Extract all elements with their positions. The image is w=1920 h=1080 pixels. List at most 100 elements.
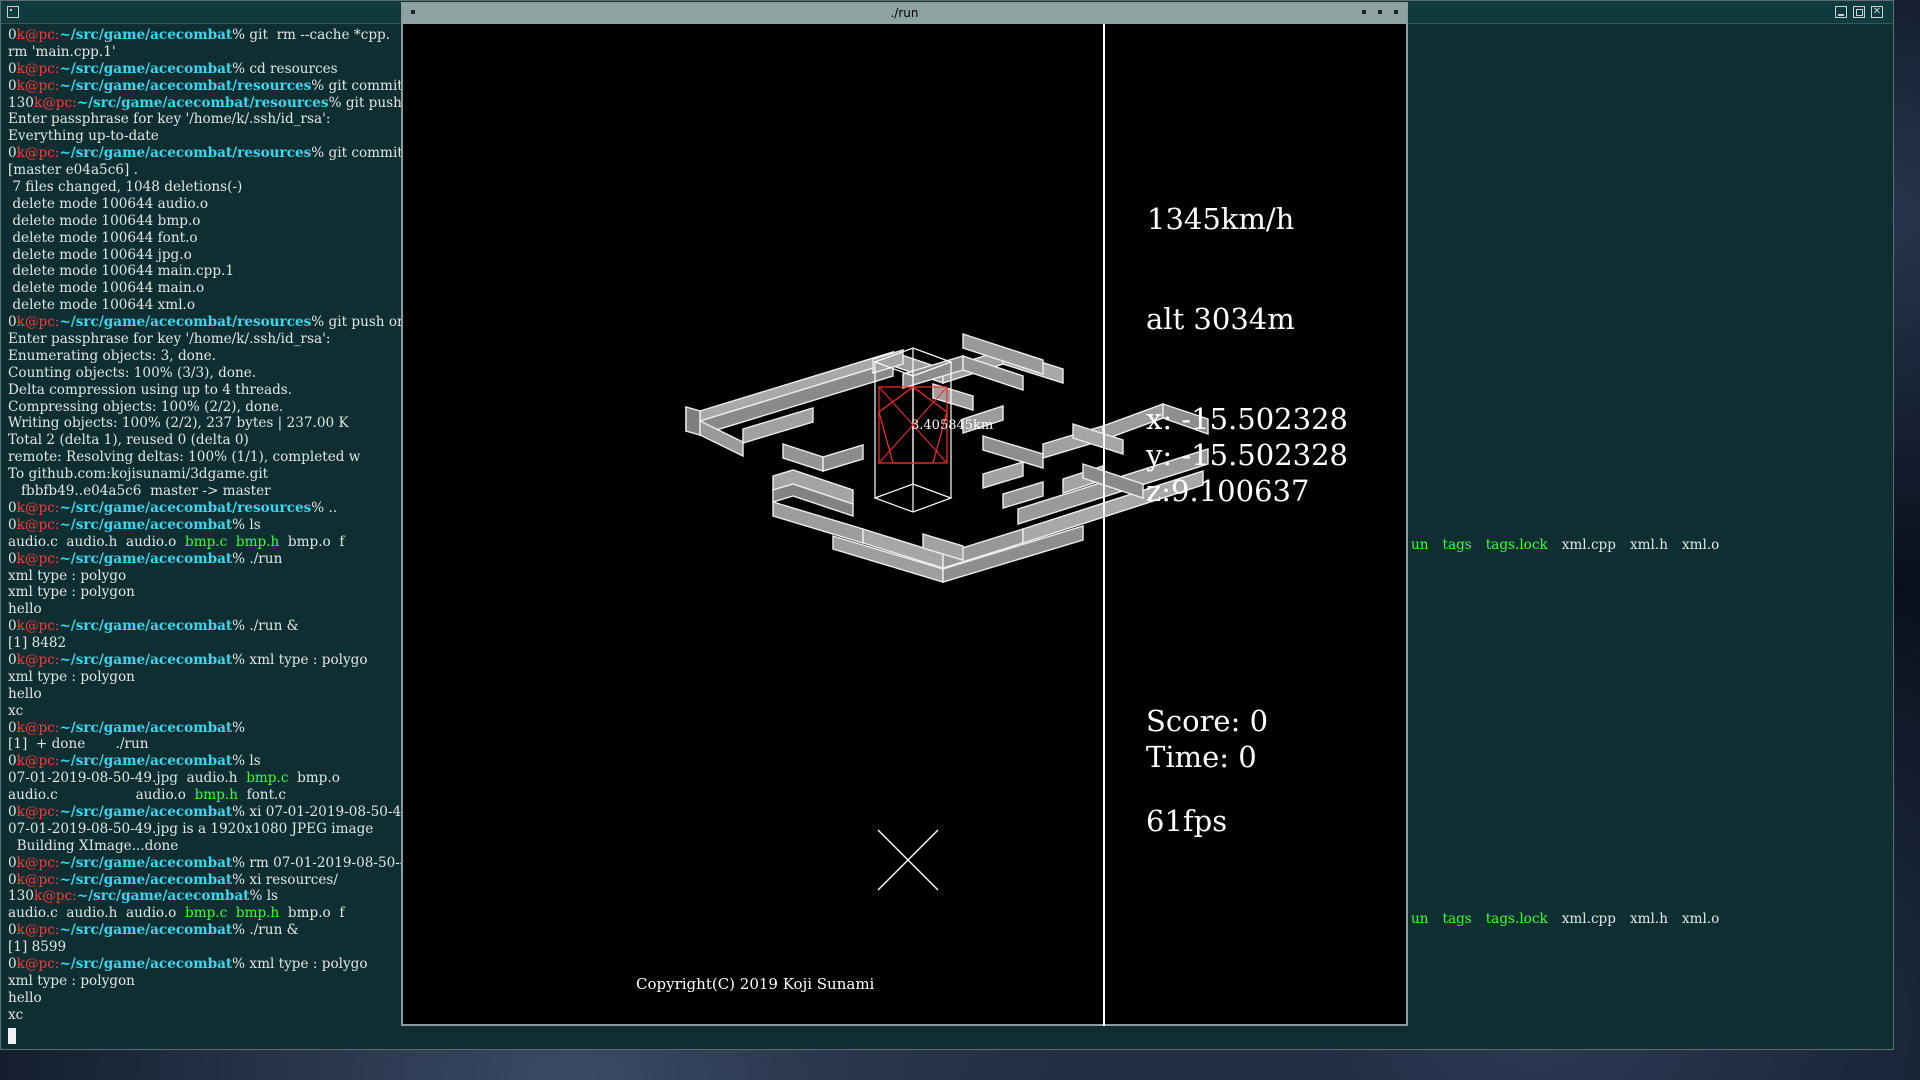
file-name: un — [1411, 911, 1429, 927]
altitude-readout: alt 3034m — [1146, 302, 1295, 336]
terminal-text-segment: bmp.h — [235, 533, 280, 550]
terminal-text-segment: 07-01-2019-08-50-49.jpg is a 1920x1080 J… — [8, 820, 374, 837]
file-name: xml.h — [1629, 911, 1668, 927]
terminal-text-segment: 130 — [8, 888, 34, 905]
terminal-line: audio.c audio.h audio.o bmp.c bmp.h bmp.… — [8, 534, 403, 551]
terminal-text-segment: Delta compression using up to 4 threads. — [8, 381, 293, 398]
terminal-text-segment: % ./run — [232, 550, 283, 567]
terminal-text-segment: bmp.h — [194, 787, 238, 804]
terminal-line: 0k@pc:~/src/game/acecombat% ./run — [8, 551, 403, 568]
terminal-text-segment: 0 — [8, 550, 17, 567]
game-viewport[interactable]: 3.405845km 1345km/h alt 3034m x: -15.502… — [403, 24, 1406, 1026]
terminal-text-segment: 0 — [8, 516, 17, 533]
terminal-text-segment: 0 — [8, 753, 17, 770]
terminal-line: delete mode 100644 font.o — [8, 230, 403, 247]
terminal-line: hello — [8, 601, 403, 618]
maximize-button[interactable] — [1853, 6, 1865, 18]
terminal-text-segment: Writing objects: 100% (2/2), 237 bytes |… — [8, 415, 349, 432]
run-titlebar[interactable]: ./run — [403, 4, 1406, 25]
terminal-output[interactable]: 0k@pc:~/src/game/acecombat% git rm --cac… — [8, 27, 403, 1047]
terminal-text-segment: 0 — [8, 651, 17, 668]
terminal-text-segment: delete mode 100644 font.o — [8, 229, 198, 246]
x-coordinate-readout: x: -15.502328 — [1146, 402, 1348, 436]
terminal-text-segment: remote: Resolving deltas: 100% (1/1), co… — [8, 449, 361, 466]
minimize-button[interactable] — [1362, 10, 1366, 14]
terminal-line: 0k@pc:~/src/game/acecombat% xi resources… — [8, 872, 403, 889]
terminal-text-segment: To github.com:kojisunami/3dgame.git — [8, 466, 269, 483]
terminal-text-segment: ~/src/game/acecombat/resources — [59, 499, 312, 516]
terminal-line: xml type : polygon — [8, 584, 403, 601]
minimize-button[interactable] — [1835, 6, 1847, 18]
run-window[interactable]: ./run 3.405845km 1345km/h alt 3034m x: -… — [401, 2, 1408, 1026]
terminal-text-segment: % ./run & — [232, 618, 299, 635]
terminal-line: 0k@pc:~/src/game/acecombat% cd resources — [8, 61, 403, 78]
terminal-text-segment: ~/src/game/acecombat/resources — [59, 314, 312, 331]
terminal-line: 0k@pc:~/src/game/acecombat% git rm --cac… — [8, 27, 403, 44]
terminal-line: hello — [8, 686, 403, 703]
terminal-text-segment: rm 'main.cpp.1' — [8, 43, 116, 60]
terminal-text-segment: k@pc: — [16, 803, 60, 820]
terminal-line: To github.com:kojisunami/3dgame.git — [8, 466, 403, 483]
terminal-line: [1] 8599 — [8, 939, 403, 956]
terminal-text-segment: 0 — [8, 60, 17, 77]
close-button[interactable] — [1394, 10, 1398, 14]
target-distance-label: 3.405845km — [911, 418, 993, 433]
terminal-text-segment: % ls — [232, 753, 261, 770]
terminal-text-segment: ~/src/game/acecombat/resources — [59, 145, 312, 162]
terminal-text-segment: audio.c audio.h audio.o — [8, 905, 186, 922]
terminal-line: 0k@pc:~/src/game/acecombat/resources% gi… — [8, 78, 403, 95]
terminal-text-segment: ~/src/game/acecombat — [59, 60, 233, 77]
terminal-line: 0k@pc:~/src/game/acecombat% ./run & — [8, 922, 403, 939]
terminal-text-segment: ~/src/game/acecombat — [59, 922, 233, 939]
terminal-line: rm 'main.cpp.1' — [8, 44, 403, 61]
terminal-text-segment: k@pc: — [33, 888, 77, 905]
window-menu-button[interactable] — [7, 6, 19, 18]
terminal-text-segment: Everything up-to-date — [8, 128, 159, 145]
terminal-text-segment: % .. — [311, 499, 338, 516]
maximize-button[interactable] — [1378, 10, 1382, 14]
file-name: tags — [1442, 911, 1472, 927]
terminal-line: 130k@pc:~/src/game/acecombat% ls — [8, 888, 403, 905]
terminal-text-segment: 0 — [8, 922, 17, 939]
terminal-text-segment: audio.c audio.o — [8, 787, 195, 804]
terminal-text-segment: % xml type : polygo — [232, 651, 368, 668]
terminal-line: xc — [8, 1007, 403, 1024]
terminal-line: 0k@pc:~/src/game/acecombat% — [8, 720, 403, 737]
terminal-text-segment: 0 — [8, 27, 17, 43]
terminal-text-segment: k@pc: — [16, 60, 60, 77]
crosshair — [877, 829, 939, 891]
terminal-text-segment: 0 — [8, 854, 17, 871]
terminal-line: 0k@pc:~/src/game/acecombat% xml type : p… — [8, 956, 403, 973]
terminal-text-segment: 7 files changed, 1048 deletions(-) — [8, 179, 243, 196]
terminal-text-segment: bmp.c — [246, 770, 289, 787]
terminal-text-segment: 0 — [8, 77, 17, 94]
close-button[interactable]: ✕ — [1871, 6, 1883, 18]
terminal-text-segment: k@pc: — [16, 719, 60, 736]
time-readout: Time: 0 — [1146, 740, 1257, 774]
terminal-text-segment: xml type : polygon — [8, 972, 135, 989]
terminal-text-segment: 0 — [8, 719, 17, 736]
terminal-text-segment: xc — [8, 702, 24, 719]
terminal-line: delete mode 100644 main.o — [8, 280, 403, 297]
terminal-text-segment: k@pc: — [33, 94, 77, 111]
terminal-text-segment: % xi 07-01-2019-08-50-4 — [232, 803, 402, 820]
terminal-text-segment: k@pc: — [16, 922, 60, 939]
terminal-text-segment: 0 — [8, 803, 17, 820]
desktop-background: ✕ 0k@pc:~/src/game/acecombat% git rm --c… — [0, 0, 1920, 1080]
terminal-line: Counting objects: 100% (3/3), done. — [8, 365, 403, 382]
terminal-line: delete mode 100644 xml.o — [8, 297, 403, 314]
score-readout: Score: 0 — [1146, 704, 1269, 738]
terminal-text-segment: bmp.o — [288, 770, 340, 787]
terminal-line: audio.c audio.o bmp.h font.c — [8, 787, 403, 804]
terminal-line: 7 files changed, 1048 deletions(-) — [8, 179, 403, 196]
terminal-line: 0k@pc:~/src/game/acecombat/resources% gi… — [8, 314, 403, 331]
terminal-text-segment: ~/src/game/acecombat — [59, 955, 233, 972]
terminal-text-segment: ~/src/game/acecombat — [59, 550, 233, 567]
file-name: tags — [1442, 537, 1472, 553]
terminal-text-segment: xc — [8, 1006, 24, 1023]
terminal-line: audio.c audio.h audio.o bmp.c bmp.h bmp.… — [8, 905, 403, 922]
terminal-text-segment: fbbfb49..e04a5c6 master -> master — [8, 483, 271, 500]
terminal-line: 0k@pc:~/src/game/acecombat/resources% .. — [8, 500, 403, 517]
terminal-text-segment: % git push — [328, 94, 402, 111]
terminal-text-segment: xml type : polygo — [8, 567, 127, 584]
